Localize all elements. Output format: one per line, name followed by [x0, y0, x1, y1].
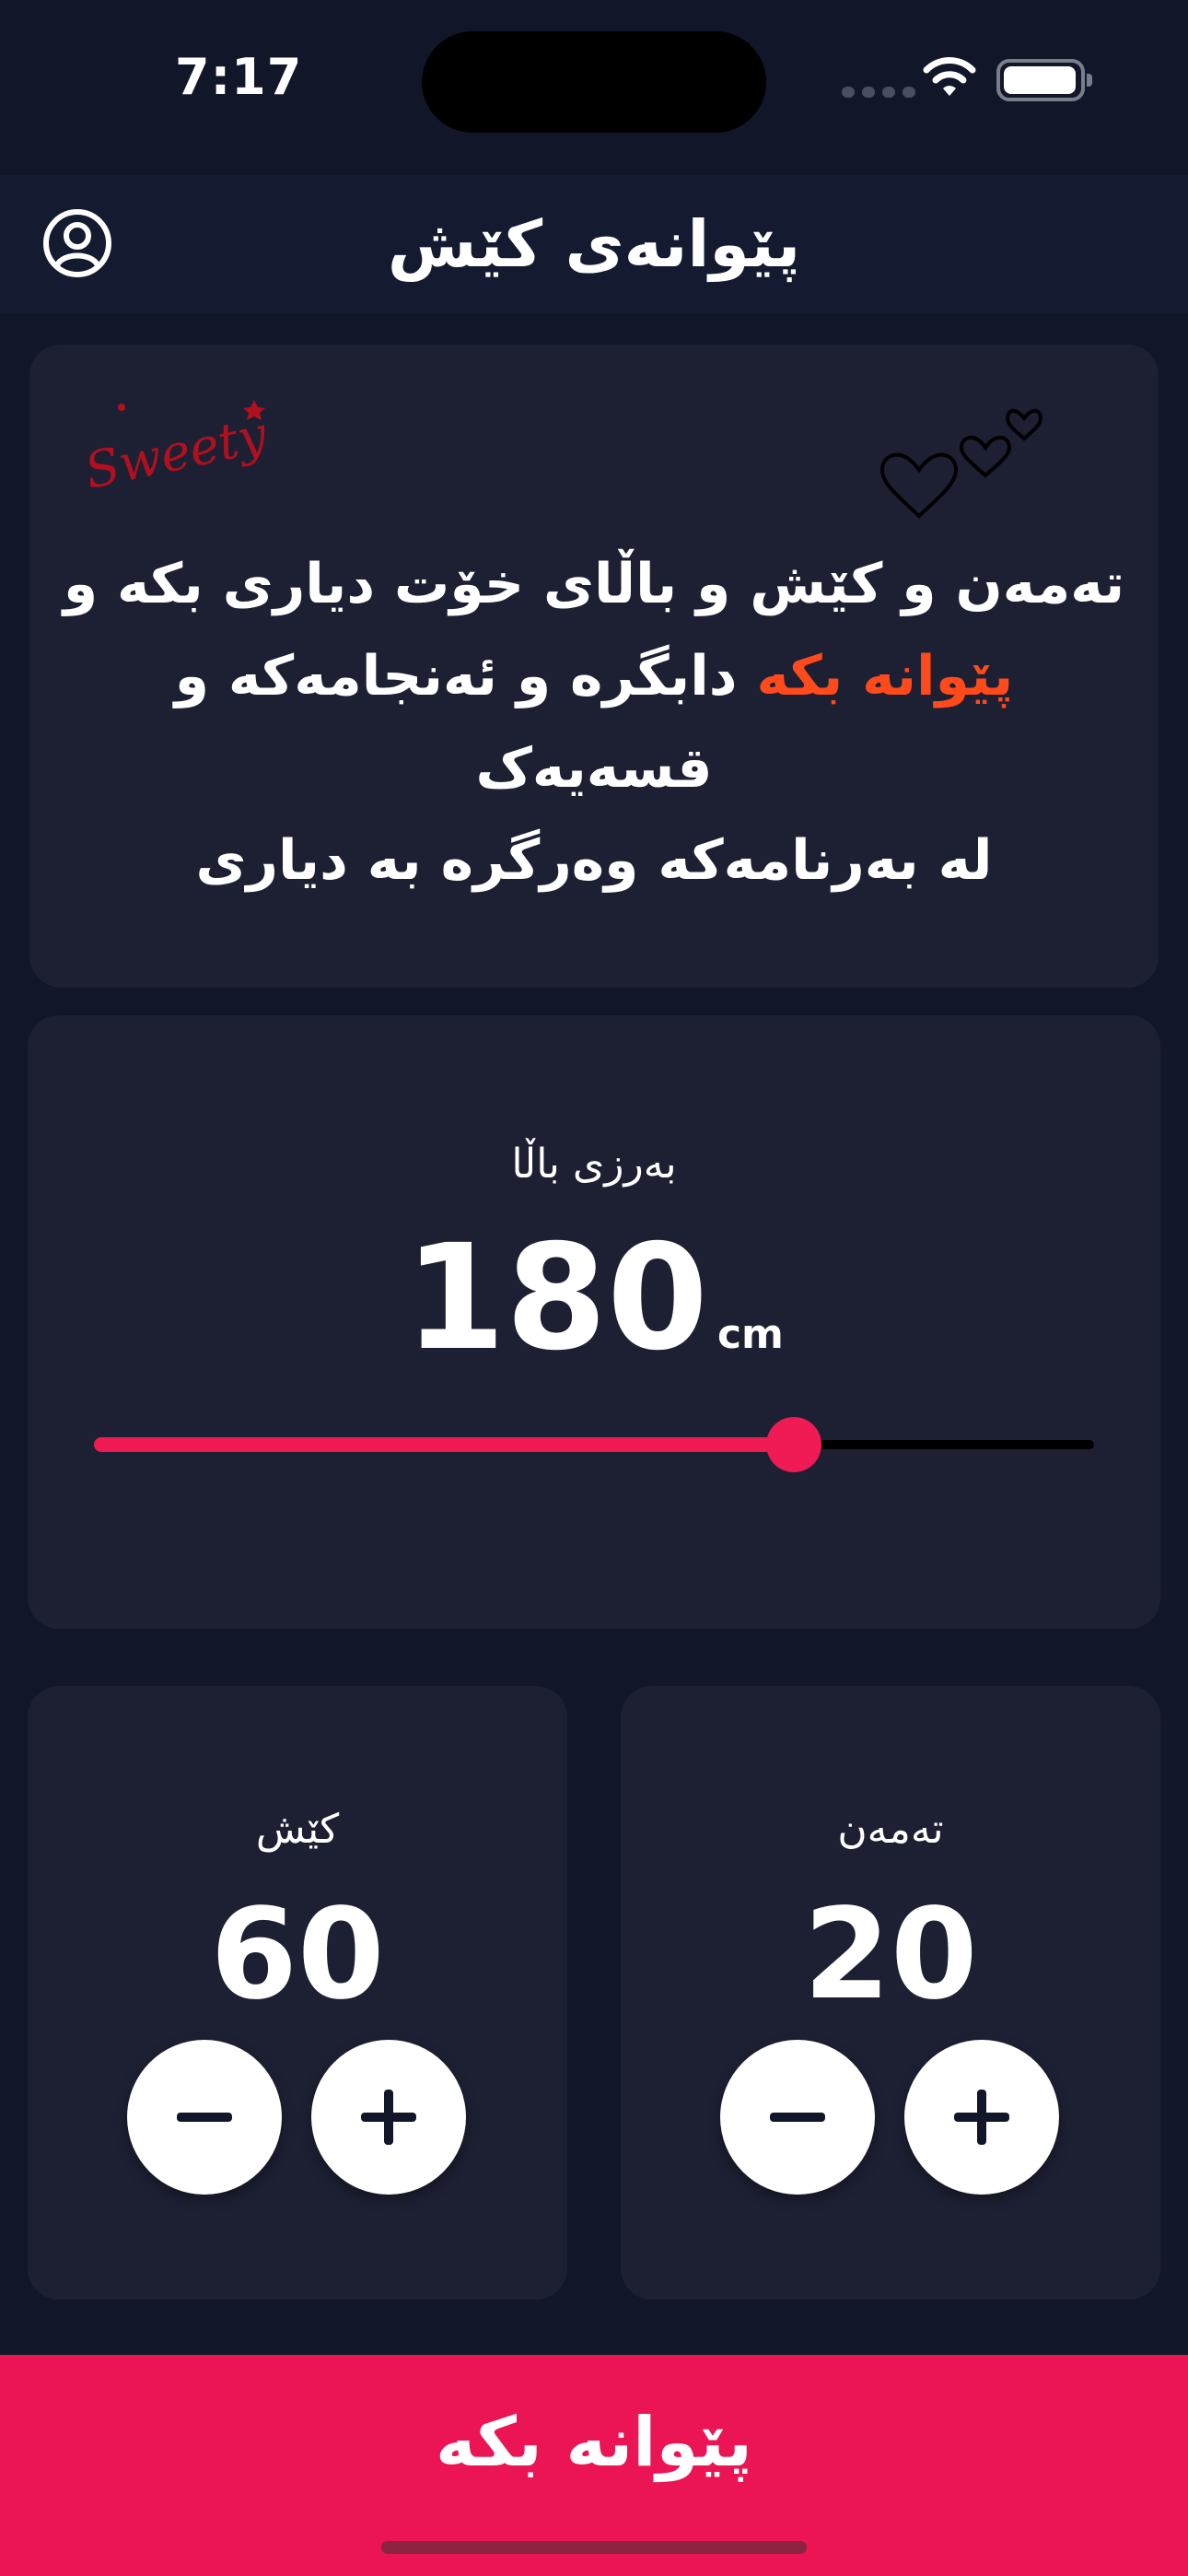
home-indicator: [381, 2541, 807, 2554]
intro-line-2-rest: دابگرە و ئەنجامەکە و قسەیەک: [174, 644, 757, 801]
svg-text:Sweety: Sweety: [80, 405, 274, 494]
battery-icon: [996, 59, 1092, 101]
height-value-row: 180 cm: [28, 1225, 1160, 1371]
intro-line-1: تەمەن و کێش و باڵای خۆت دیاری بکە و: [63, 552, 1125, 616]
intro-line-2: پێوانە بکە دابگرە و ئەنجامەکە و قسەیەک: [57, 630, 1131, 814]
page-title: پێوانەی کێش: [387, 206, 801, 282]
weight-value: 60: [210, 1882, 385, 2028]
dynamic-island: [422, 31, 766, 133]
screen: 7:17 پێوانەی کێش Sweety تەمەن و کێش و با…: [0, 0, 1188, 2576]
age-value: 20: [803, 1882, 978, 2028]
intro-text: تەمەن و کێش و باڵای خۆت دیاری بکە و پێوا…: [57, 538, 1131, 907]
age-label: تەمەن: [837, 1806, 944, 1853]
weight-increment-button[interactable]: [311, 2040, 466, 2195]
height-slider[interactable]: [94, 1417, 1094, 1472]
weight-label: کێش: [255, 1806, 340, 1853]
intro-card: Sweety تەمەن و کێش و باڵای خۆت دیاری بکە…: [29, 345, 1159, 988]
status-time: 7:17: [175, 48, 303, 106]
minus-icon: [770, 2113, 825, 2122]
height-value: 180: [404, 1213, 708, 1383]
weight-decrement-button[interactable]: [127, 2040, 282, 2195]
weight-card: کێش 60: [28, 1686, 567, 2300]
intro-highlight: پێوانە بکە: [756, 644, 1014, 708]
height-unit: cm: [716, 1311, 784, 1358]
app-header: پێوانەی کێش: [0, 175, 1188, 313]
slider-thumb[interactable]: [766, 1417, 822, 1472]
intro-line-3: لە بەرنامەکە وەرگرە بە دیاری: [195, 828, 993, 893]
plus-icon: [954, 2090, 1009, 2145]
minus-icon: [177, 2113, 232, 2122]
age-decrement-button[interactable]: [720, 2040, 875, 2195]
age-card: تەمەن 20: [621, 1686, 1160, 2300]
cellular-signal-icon: [842, 87, 915, 98]
sweety-logo: Sweety: [80, 400, 274, 494]
plus-icon: [361, 2090, 416, 2145]
height-card: بەرزی باڵا 180 cm: [28, 1015, 1160, 1629]
hearts-icon: [879, 408, 1043, 519]
height-label: بەرزی باڵا: [511, 1141, 677, 1188]
slider-fill: [94, 1437, 795, 1452]
age-increment-button[interactable]: [904, 2040, 1059, 2195]
wifi-icon: [923, 57, 976, 96]
user-circle-icon[interactable]: [41, 206, 114, 280]
